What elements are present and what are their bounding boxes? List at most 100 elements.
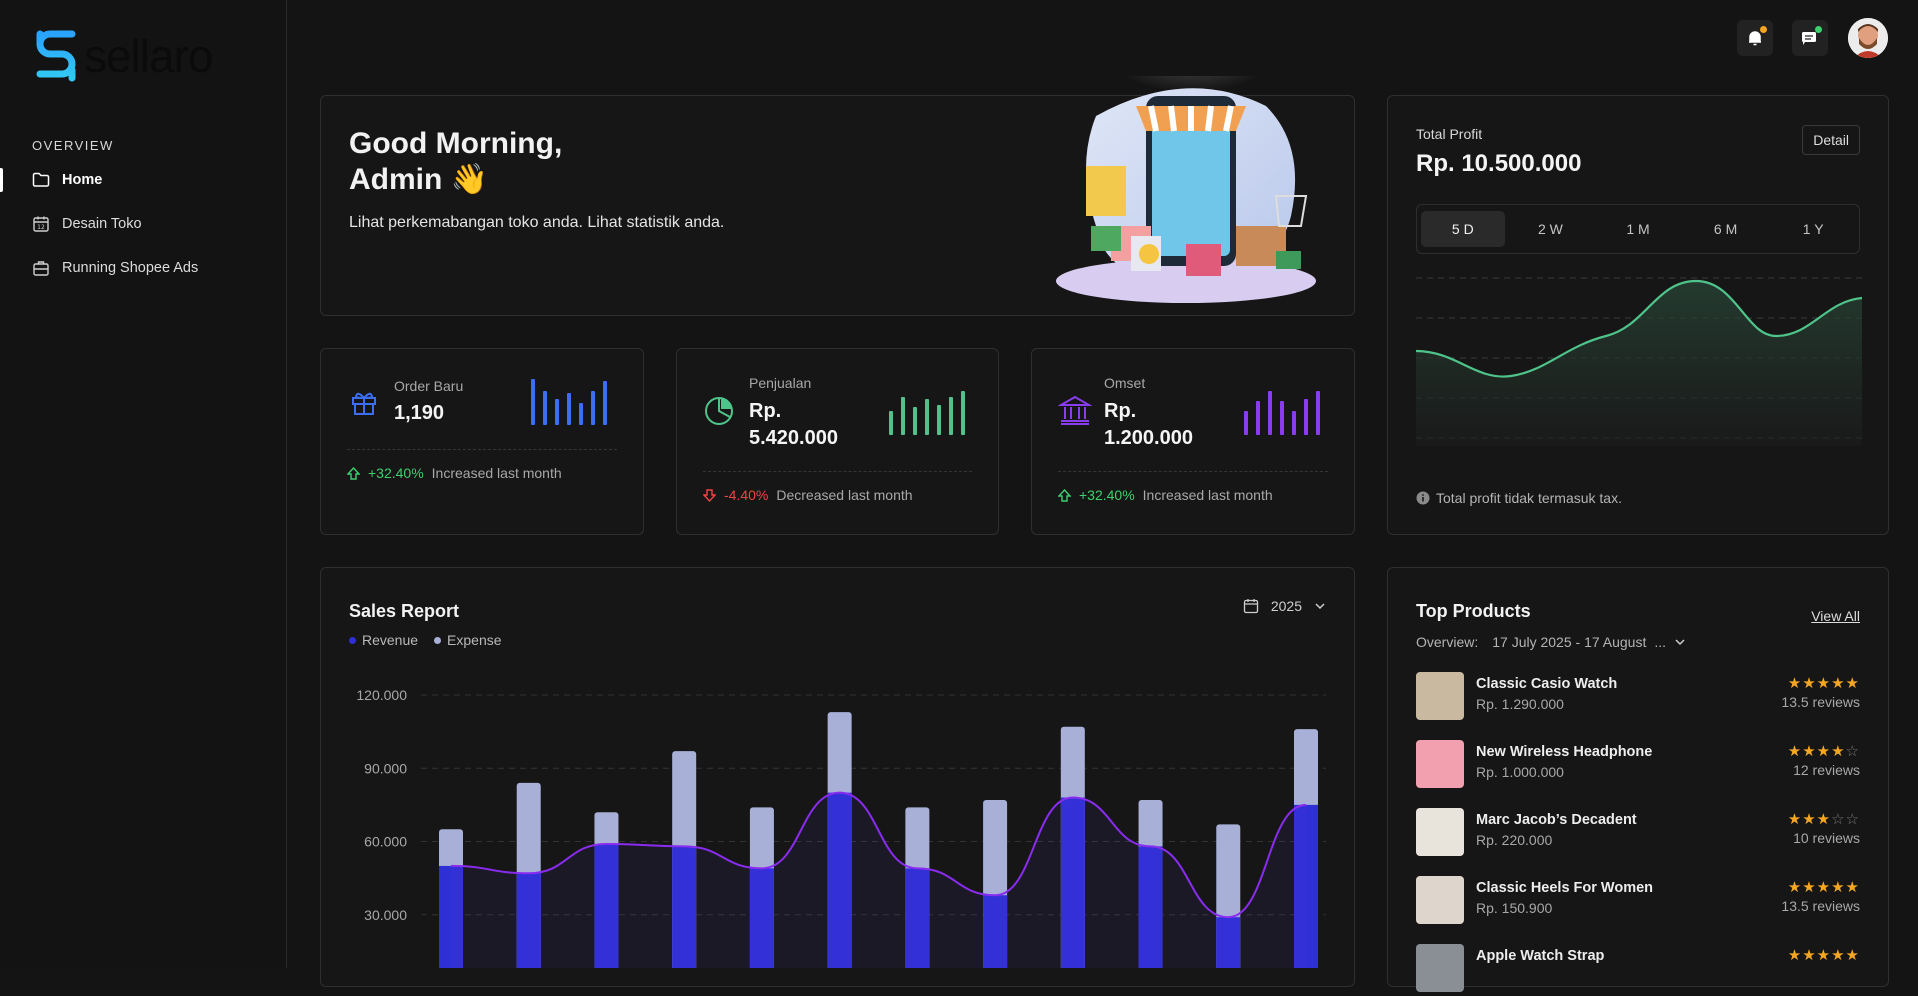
y-tick-label: 60.000 — [364, 834, 407, 850]
legend-expense: Expense — [434, 632, 502, 648]
greeting-line1: Good Morning, — [349, 127, 563, 160]
stat-footer: +32.40% Increased last month — [347, 465, 562, 481]
star-filled-icon: ★ — [1831, 947, 1846, 964]
product-rating: ★★★★★ — [1788, 878, 1860, 896]
star-filled-icon: ★ — [1816, 879, 1832, 896]
bank-icon — [1058, 395, 1092, 425]
y-tick-label: 30.000 — [364, 907, 407, 923]
trend-up-icon — [347, 466, 360, 480]
message-button[interactable] — [1792, 20, 1828, 56]
sidebar-item-home[interactable]: Home — [0, 160, 286, 200]
greeting-subtitle: Lihat perkemabangan toko anda. Lihat sta… — [349, 214, 725, 231]
sales-report-title: Sales Report — [349, 601, 460, 621]
sellaro-logo-icon — [36, 30, 76, 82]
stat-sparkbars — [889, 391, 965, 435]
star-filled-icon: ★ — [1787, 675, 1803, 692]
tab-6m[interactable]: 6 M — [1684, 211, 1768, 247]
stat-value: Rp. 1.200.000 — [1104, 400, 1193, 449]
shop-illustration — [1056, 76, 1316, 303]
sidebar-item-desain-toko[interactable]: 12 Desain Toko — [0, 204, 286, 244]
product-row[interactable]: Classic Casio Watch Rp. 1.290.000 ★★★★★ 13.… — [1416, 672, 1860, 724]
y-tick-label: 90.000 — [364, 760, 407, 776]
year-select[interactable]: 2025 — [1243, 598, 1326, 614]
product-thumbnail — [1416, 808, 1464, 856]
product-reviews: 13.5 reviews — [1781, 898, 1860, 914]
profit-label: Total Profit — [1416, 126, 1483, 142]
avatar[interactable] — [1848, 18, 1888, 58]
stat-footer: +32.40% Increased last month — [1058, 487, 1273, 503]
overview-label: Overview: — [1416, 634, 1479, 650]
product-reviews: 10 reviews — [1793, 830, 1860, 846]
product-name: Marc Jacob’s Decadent — [1476, 812, 1637, 828]
stat-note: Increased last month — [1142, 487, 1273, 503]
product-price: Rp. 1.000.000 — [1476, 764, 1564, 780]
stat-divider — [703, 471, 972, 472]
star-filled-icon: ★ — [1802, 675, 1817, 692]
stat-label: Penjualan — [749, 375, 812, 391]
stat-label: Omset — [1104, 375, 1146, 391]
profit-value: Rp. 10.500.000 — [1416, 150, 1582, 177]
brand-name: sellaro — [84, 30, 214, 82]
overview-range[interactable]: Overview: 17 July 2025 - 17 August ... — [1416, 634, 1686, 650]
product-price: Rp. 150.900 — [1476, 900, 1553, 916]
view-all-link[interactable]: View All — [1811, 608, 1860, 624]
greeting-title: Good Morning, Admin 👋 — [349, 126, 562, 198]
star-filled-icon: ★ — [1845, 947, 1860, 964]
top-products-card: Top Products View All Overview: 17 July … — [1387, 567, 1889, 992]
tab-5d[interactable]: 5 D — [1421, 211, 1505, 247]
product-thumbnail — [1416, 672, 1464, 720]
star-filled-icon: ★ — [1845, 675, 1860, 692]
stat-footer: -4.40% Decreased last month — [703, 487, 913, 503]
product-rating: ★★★★★ — [1788, 946, 1860, 964]
star-filled-icon: ★ — [1802, 947, 1817, 964]
product-row[interactable]: Marc Jacob’s Decadent Rp. 220.000 ★★★☆☆ 10 … — [1416, 808, 1860, 860]
product-name: Classic Casio Watch — [1476, 676, 1618, 692]
notification-button[interactable] — [1737, 20, 1773, 56]
folder-icon — [32, 172, 50, 187]
sidebar-item-label: Home — [62, 172, 103, 188]
star-empty-icon: ☆ — [1845, 811, 1860, 828]
star-filled-icon: ★ — [1802, 811, 1817, 828]
product-row[interactable]: Classic Heels For Women Rp. 150.900 ★★★★★ 1… — [1416, 876, 1860, 928]
product-rating: ★★★★☆ — [1788, 742, 1860, 760]
legend-revenue-swatch — [349, 636, 356, 644]
stat-card-omset: Omset Rp. 1.200.000 +32.40% Increased la… — [1031, 348, 1355, 535]
brand-logo[interactable]: sellaro — [34, 28, 214, 84]
product-row[interactable]: New Wireless Headphone Rp. 1.000.000 ★★★★☆… — [1416, 740, 1860, 792]
briefcase-icon — [33, 261, 49, 276]
tab-1y[interactable]: 1 Y — [1771, 211, 1855, 247]
overview-range-value: 17 July 2025 - 17 August — [1492, 634, 1647, 650]
profit-range-tabs: 5 D 2 W 1 M 6 M 1 Y — [1416, 204, 1860, 254]
gift-icon — [352, 392, 376, 415]
star-filled-icon: ★ — [1831, 743, 1846, 760]
stat-label: Order Baru — [394, 378, 464, 394]
star-filled-icon: ★ — [1816, 811, 1832, 828]
notification-dot — [1760, 26, 1767, 33]
stat-note: Decreased last month — [776, 487, 913, 503]
stat-change: +32.40% — [1079, 487, 1135, 503]
product-price: Rp. 1.290.000 — [1476, 696, 1564, 712]
top-products-title: Top Products — [1416, 601, 1531, 621]
profit-note-text: Total profit tidak termasuk tax. — [1436, 490, 1622, 506]
product-reviews: 12 reviews — [1793, 762, 1860, 778]
product-row[interactable]: Apple Watch Strap ★★★★★ — [1416, 944, 1860, 996]
pie-chart-icon — [705, 397, 733, 425]
sidebar-item-label: Desain Toko — [62, 216, 142, 232]
stat-sparkbars — [1244, 391, 1320, 435]
total-profit-card: Total Profit Rp. 10.500.000 Detail 5 D 2… — [1387, 95, 1889, 535]
nav-section-title: OVERVIEW — [32, 138, 114, 153]
product-thumbnail — [1416, 876, 1464, 924]
product-thumbnail — [1416, 944, 1464, 992]
star-filled-icon: ★ — [1831, 879, 1846, 896]
calendar-icon: 12 — [33, 216, 49, 232]
revenue-trend-area — [451, 792, 1306, 968]
legend-revenue-label: Revenue — [362, 632, 419, 648]
sidebar-item-running-shopee-ads[interactable]: Running Shopee Ads — [0, 248, 286, 288]
tab-2w[interactable]: 2 W — [1509, 211, 1593, 247]
stat-value: Rp. 5.420.000 — [749, 400, 838, 449]
trend-down-icon — [703, 488, 716, 502]
trend-up-icon — [1058, 488, 1071, 502]
tab-1m[interactable]: 1 M — [1596, 211, 1680, 247]
detail-button[interactable]: Detail — [1802, 125, 1860, 155]
star-filled-icon: ★ — [1816, 675, 1832, 692]
